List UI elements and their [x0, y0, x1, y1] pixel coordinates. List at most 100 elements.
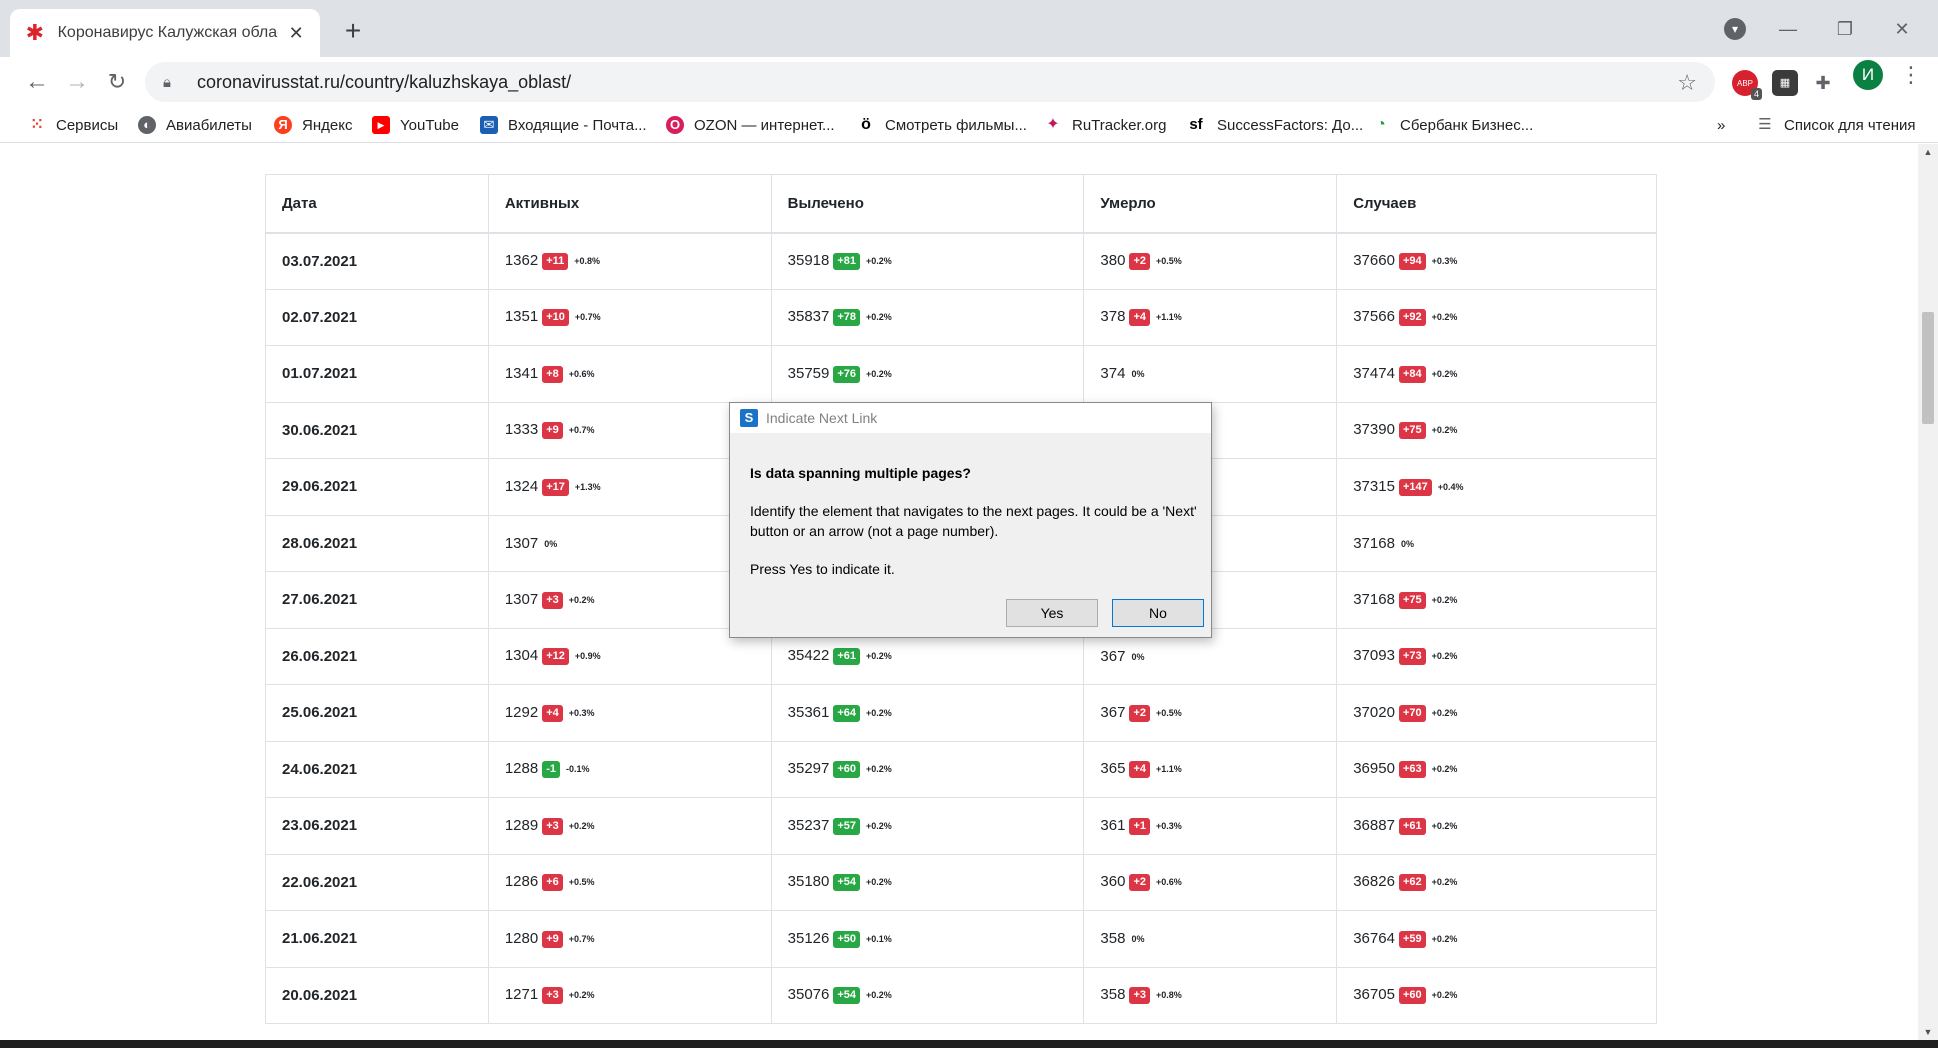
page-scrollbar[interactable]: ▲ ▼	[1918, 144, 1938, 1040]
extension-tile-icon[interactable]: ▦	[1772, 70, 1798, 96]
deaths-percent: 0%	[1131, 651, 1145, 662]
new-tab-button[interactable]: +	[336, 14, 370, 48]
close-tab-icon[interactable]: ✕	[286, 23, 306, 44]
bookmark-services[interactable]: ⁙ Сервисы	[28, 114, 118, 136]
deaths-value: 374	[1100, 365, 1126, 383]
minimize-icon[interactable]: —	[1768, 14, 1808, 44]
cell-cases: 36950 +63 +0.2%	[1336, 740, 1657, 798]
bookmark-yandex[interactable]: Я Яндекс	[274, 114, 352, 136]
recovered-delta-badge: +54	[833, 874, 861, 892]
tab-search-icon[interactable]: ▾	[1724, 18, 1746, 40]
cases-percent: +0.2%	[1431, 312, 1458, 323]
url-text: coronavirusstat.ru/country/kaluzhskaya_o…	[197, 71, 572, 92]
recovered-percent: +0.2%	[866, 764, 892, 775]
active-delta-badge: +6	[542, 874, 563, 892]
cases-delta-badge: +84	[1398, 365, 1426, 383]
browser-tab[interactable]: ✱ Коронавирус Калужская облас ✕	[10, 9, 320, 57]
active-value: 1351	[504, 308, 539, 326]
cell-active: 1351 +10 +0.7%	[487, 288, 772, 346]
address-bar[interactable]: 🔒︎ coronavirusstat.ru/country/kaluzhskay…	[145, 62, 1715, 102]
dialog-body: Is data spanning multiple pages? Identif…	[750, 463, 1200, 597]
bookmark-label: OZON — интернет...	[694, 116, 835, 134]
cell-recovered: 35237 +57 +0.2%	[770, 797, 1085, 855]
extensions-puzzle-icon[interactable]: ✚	[1810, 70, 1836, 96]
scroll-thumb[interactable]	[1922, 312, 1934, 424]
cell-cases: 37390 +75 +0.2%	[1336, 401, 1657, 459]
cell-deaths: 367 +2 +0.5%	[1083, 684, 1338, 742]
active-delta-badge: +12	[542, 648, 569, 666]
deaths-percent: +0.5%	[1155, 256, 1182, 266]
browser-menu-icon[interactable]: ⋮	[1900, 64, 1922, 86]
recovered-value: 35297	[787, 760, 830, 778]
adblock-badge: 4	[1750, 88, 1762, 100]
cell-cases: 37474 +84 +0.2%	[1336, 345, 1657, 403]
recovered-delta-badge: +57	[833, 817, 861, 835]
close-window-icon[interactable]: ✕	[1882, 14, 1922, 44]
scroll-down-icon[interactable]: ▼	[1922, 1026, 1934, 1038]
forward-icon[interactable]: →	[60, 65, 94, 99]
cell-recovered: 35918 +81 +0.2%	[770, 232, 1085, 290]
header-deaths[interactable]: Умерло	[1083, 174, 1338, 234]
deaths-delta-badge: +2	[1129, 874, 1150, 892]
back-icon[interactable]: ←	[20, 65, 54, 99]
active-percent: +0.2%	[568, 594, 595, 605]
active-percent: -0.1%	[566, 764, 590, 775]
header-active[interactable]: Активных	[487, 174, 772, 234]
cell-active: 1292 +4 +0.3%	[487, 684, 772, 742]
recovered-value: 35126	[787, 929, 830, 947]
cell-recovered: 35759 +76 +0.2%	[770, 345, 1085, 403]
cell-date: 25.06.2021	[265, 684, 489, 742]
table-row: 23.06.2021 1289 +3 +0.2% 35237 +57 +0.2% 361 +1 +…	[265, 797, 1657, 855]
adblock-label: ABP	[1736, 79, 1753, 88]
bookmark-ozon[interactable]: O OZON — интернет...	[666, 114, 835, 136]
mail-icon: ✉	[480, 116, 498, 134]
active-delta-badge: +9	[542, 422, 563, 440]
active-percent: +0.9%	[574, 651, 601, 662]
reload-icon[interactable]: ↻	[100, 65, 134, 99]
header-recovered[interactable]: Вылечено	[770, 174, 1085, 234]
yes-button[interactable]: Yes	[1006, 599, 1098, 627]
bookmark-flights[interactable]: ◐ Авиабилеты	[138, 114, 252, 136]
reading-list-button[interactable]: ☰ Список для чтения	[1756, 114, 1915, 136]
adblock-extension-icon[interactable]: ABP 4	[1732, 70, 1762, 100]
bookmark-label: Сервисы	[56, 116, 119, 134]
recovered-percent: +0.2%	[866, 256, 892, 266]
active-percent: +0.2%	[568, 990, 595, 1001]
active-percent: 0%	[544, 538, 558, 549]
active-value: 1362	[504, 252, 539, 269]
active-percent: +0.6%	[568, 368, 595, 379]
cell-date: 20.06.2021	[265, 966, 489, 1024]
cell-date: 26.06.2021	[265, 627, 489, 685]
bookmark-successfactors[interactable]: sf SuccessFactors: До...	[1185, 114, 1363, 136]
active-delta-badge: +3	[542, 817, 563, 835]
deaths-value: 367	[1100, 647, 1126, 665]
cases-delta-badge: +73	[1398, 648, 1426, 666]
deaths-percent: 0%	[1131, 369, 1145, 380]
cell-active: 1280 +9 +0.7%	[487, 910, 772, 968]
bookmark-sberbank[interactable]: ◔ Сбербанк Бизнес...	[1372, 114, 1533, 136]
scroll-up-icon[interactable]: ▲	[1922, 146, 1934, 158]
cell-deaths: 365 +4 +1.1%	[1083, 740, 1338, 798]
no-button[interactable]: No	[1112, 599, 1204, 627]
header-date[interactable]: Дата	[265, 174, 489, 234]
cases-delta-badge: +62	[1398, 874, 1426, 892]
active-percent: +0.7%	[574, 312, 601, 323]
recovered-delta-badge: +64	[833, 704, 861, 722]
more-bookmarks-button[interactable]: »	[1717, 114, 1725, 136]
cases-value: 36826	[1353, 873, 1395, 891]
bookmark-rutracker[interactable]: ✦ RuTracker.org	[1044, 114, 1166, 136]
bookmark-films[interactable]: ö Смотреть фильмы...	[857, 114, 1027, 136]
bookmark-label: Авиабилеты	[166, 116, 252, 134]
deaths-value: 360	[1100, 873, 1126, 891]
bookmark-mail[interactable]: ✉ Входящие - Почта...	[480, 114, 647, 136]
restore-icon[interactable]: ❐	[1825, 14, 1865, 44]
table-row: 21.06.2021 1280 +9 +0.7% 35126 +50 +0.1% 358 0% 3…	[265, 910, 1657, 968]
lock-icon: 🔒︎	[163, 73, 171, 91]
bookmark-youtube[interactable]: ▶ YouTube	[372, 114, 459, 136]
bookmark-star-icon[interactable]: ☆	[1677, 70, 1697, 96]
profile-avatar[interactable]: И	[1853, 60, 1883, 90]
active-value: 1341	[504, 364, 539, 382]
deaths-percent: +0.5%	[1155, 707, 1182, 718]
header-cases[interactable]: Случаев	[1336, 174, 1657, 234]
dialog-heading: Is data spanning multiple pages?	[750, 465, 971, 481]
